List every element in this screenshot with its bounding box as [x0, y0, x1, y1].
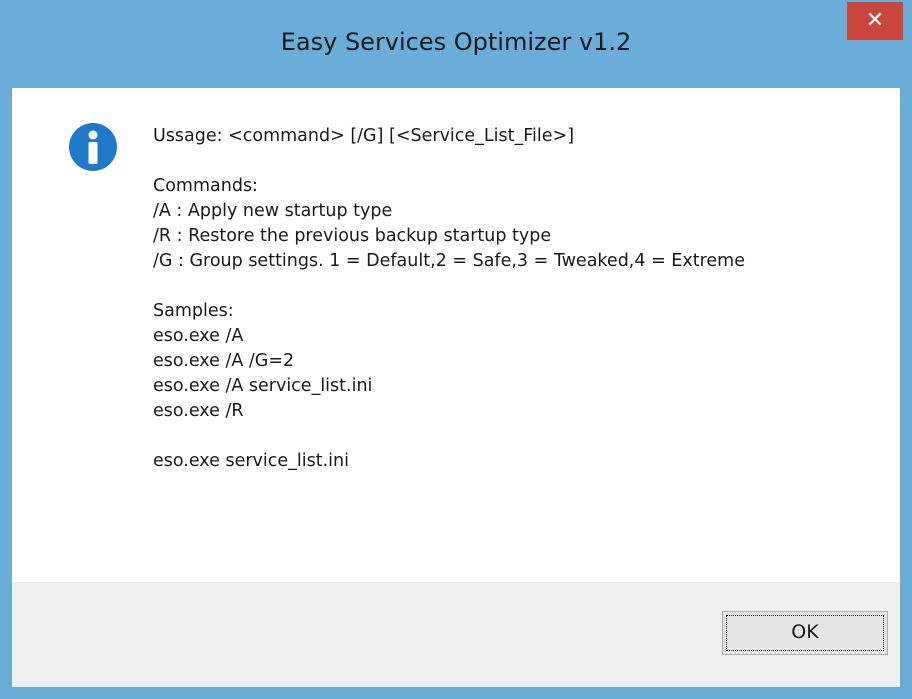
message-area: Ussage: <command> [/G] [<Service_List_Fi…	[12, 88, 900, 582]
command-line-restore: /R : Restore the previous backup startup…	[153, 226, 552, 246]
sample-line: eso.exe service_list.ini	[153, 451, 349, 471]
close-button[interactable]: ✕	[847, 2, 903, 40]
commands-header: Commands:	[153, 176, 258, 196]
ok-button[interactable]: OK	[722, 611, 888, 655]
close-icon: ✕	[865, 8, 885, 33]
samples-header: Samples:	[153, 301, 234, 321]
dialog-window: Easy Services Optimizer v1.2 ✕ Ussage: <…	[0, 0, 912, 699]
info-icon	[69, 123, 117, 171]
button-footer: OK	[12, 582, 900, 687]
sample-line: eso.exe /A service_list.ini	[153, 376, 373, 396]
command-line-group: /G : Group settings. 1 = Default,2 = Saf…	[153, 251, 745, 271]
message-text: Ussage: <command> [/G] [<Service_List_Fi…	[153, 124, 883, 474]
sample-line: eso.exe /A /G=2	[153, 351, 295, 371]
usage-line: Ussage: <command> [/G] [<Service_List_Fi…	[153, 126, 575, 146]
ok-button-label: OK	[791, 621, 819, 643]
sample-line: eso.exe /A	[153, 326, 244, 346]
command-line-apply: /A : Apply new startup type	[153, 201, 393, 221]
sample-line: eso.exe /R	[153, 401, 244, 421]
window-title: Easy Services Optimizer v1.2	[280, 28, 632, 56]
dialog-client-area: Ussage: <command> [/G] [<Service_List_Fi…	[12, 88, 900, 687]
title-bar[interactable]: Easy Services Optimizer v1.2 ✕	[0, 0, 912, 88]
